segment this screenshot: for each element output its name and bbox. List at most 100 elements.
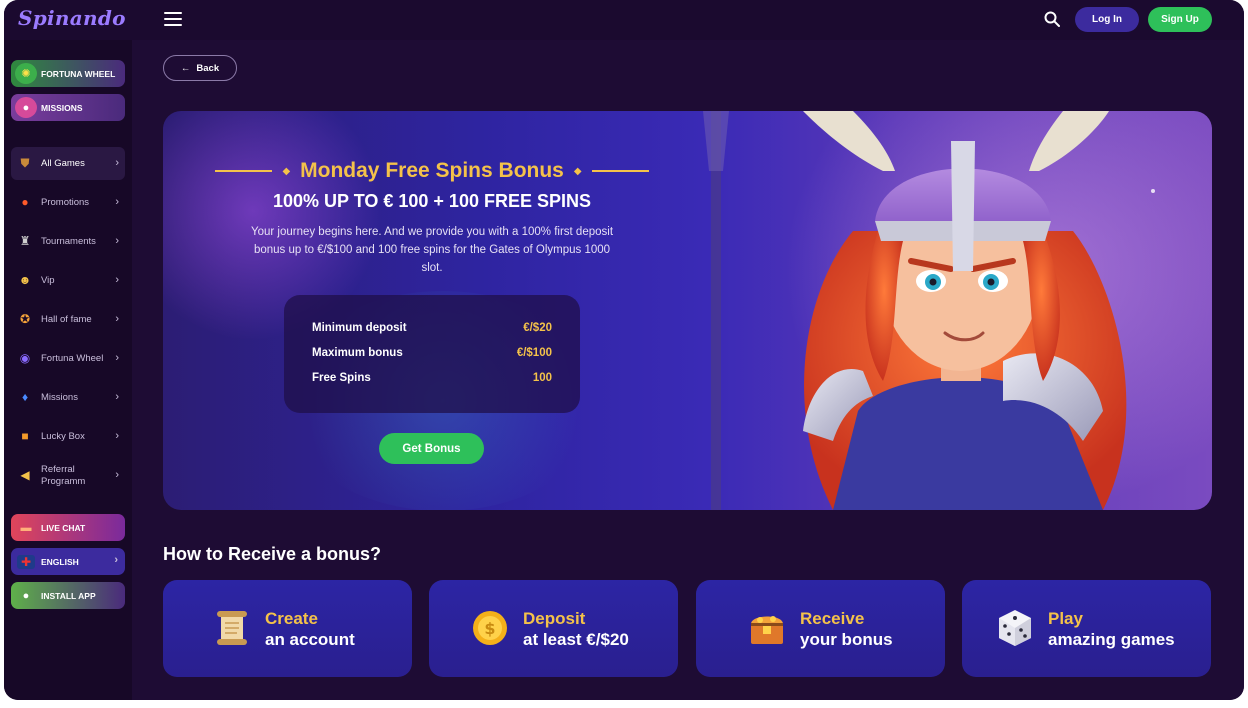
chevron-right-icon: › [115,391,119,403]
term-value: €/$100 [516,347,552,359]
bonus-terms-box: Minimum deposit €/$20 Maximum bonus €/$1… [284,295,580,413]
back-button[interactable]: ← Back [163,55,237,81]
fire-icon: ● [21,195,29,209]
arrow-left-icon: ← [180,62,191,74]
term-value: €/$20 [523,322,552,334]
sidebar-nav: ⛊ All Games › ● Promotions › ♜ Tournamen… [11,147,125,498]
divider [591,170,650,172]
signup-button[interactable]: Sign Up [1148,7,1212,32]
sidebar-item-tournaments[interactable]: ♜ Tournaments › [11,225,125,258]
chevron-right-icon: › [115,469,119,481]
sidebar-item-label: Hall of fame [41,313,92,325]
back-label: Back [196,62,220,74]
trophy-icon: ♜ [19,234,31,248]
vip-icon: ☻ [18,273,32,287]
steps-row: Create an account $ Deposit at least €/$… [163,580,1212,677]
chevron-right-icon: › [115,352,119,364]
sidebar-item-label: Vip [41,274,55,286]
live-chat-button[interactable]: ▬ LIVE CHAT [11,514,125,541]
sidebar-item-all-games[interactable]: ⛊ All Games › [11,147,125,180]
term-key: Maximum bonus [312,347,403,359]
step-card-create-account[interactable]: Create an account [163,580,412,677]
sidebar-promo-fortuna-wheel[interactable]: ✺ FORTUNA WHEEL [11,60,125,87]
sidebar-promo-label: MISSIONS [41,102,83,113]
language-label: ENGLISH [41,556,79,567]
wheel-icon: ✺ [15,63,37,84]
main-content: ← Back ◆ Monday Free Spins Bonus ◆ 100% … [132,40,1244,700]
treasure-chest-icon [751,616,783,644]
step-title: Create [265,609,318,628]
divider [215,170,273,172]
step-text: Create an account [265,608,355,650]
chevron-right-icon: › [114,554,118,566]
sidebar-item-referral[interactable]: ◀ Referral Programm › [11,459,125,492]
step-card-receive-bonus[interactable]: Receive your bonus [696,580,945,677]
chat-icon: ▬ [20,521,32,534]
menu-icon[interactable] [164,12,182,26]
sidebar-item-label: Missions [41,391,78,403]
uk-flag-icon: ✚ [17,555,35,569]
install-app-label: INSTALL APP [41,590,96,601]
top-bar: Spinando Log In Sign Up [4,0,1244,40]
bonus-hero-banner: ◆ Monday Free Spins Bonus ◆ 100% UP TO €… [163,111,1212,510]
sidebar-item-vip[interactable]: ☻ Vip › [11,264,125,297]
sidebar-item-label: All Games [41,157,85,169]
step-subtitle: at least €/$20 [523,630,629,649]
sidebar: ✺ FORTUNA WHEEL ● MISSIONS ⛊ All Games ›… [4,40,132,700]
sidebar-item-label: Lucky Box [41,430,85,442]
step-title: Receive [800,609,865,628]
login-button[interactable]: Log In [1075,7,1139,32]
search-icon[interactable] [1044,11,1060,27]
diamond-icon: ◆ [282,165,291,177]
medal-icon: ✪ [19,312,31,326]
term-row: Free Spins 100 [312,372,552,384]
hero-title-row: ◆ Monday Free Spins Bonus ◆ [215,159,650,183]
dice-icon [999,610,1031,646]
language-selector[interactable]: ✚ ENGLISH › [11,548,125,575]
step-title: Deposit [523,609,586,628]
sidebar-item-hall-of-fame[interactable]: ✪ Hall of fame › [11,303,125,336]
valkyrie-character-illustration [703,111,1155,510]
sidebar-promo-missions[interactable]: ● MISSIONS [11,94,125,121]
how-to-receive-heading: How to Receive a bonus? [163,544,382,564]
term-value: 100 [532,372,552,384]
chevron-right-icon: › [115,274,119,286]
hero-description: Your journey begins here. And we provide… [250,226,614,274]
diamond-icon: ◆ [573,165,582,177]
sidebar-item-label: Tournaments [41,235,96,247]
sidebar-item-fortuna-wheel[interactable]: ◉ Fortuna Wheel › [11,342,125,375]
potion-icon: ● [15,97,37,118]
apple-android-icon: ● [22,589,30,602]
step-title: Play [1048,609,1083,628]
chevron-right-icon: › [115,430,119,442]
svg-text:$: $ [484,619,495,638]
sidebar-item-label: Fortuna Wheel [41,352,104,364]
chevron-right-icon: › [115,196,119,208]
sidebar-item-missions[interactable]: ♦ Missions › [11,381,125,414]
coin-icon: $ [473,611,507,645]
sidebar-item-label: Referral Programm [41,463,86,487]
install-app-button[interactable]: ● INSTALL APP [11,582,125,609]
potion-icon: ♦ [21,390,29,404]
step-subtitle: your bonus [800,630,893,649]
step-text: Play amazing games [1048,608,1175,650]
get-bonus-button[interactable]: Get Bonus [379,433,484,464]
hero-subtitle: 100% UP TO € 100 + 100 FREE SPINS [272,191,591,211]
app-window: Spinando Log In Sign Up ✺ FORTUNA WHEEL … [4,0,1244,700]
term-row: Maximum bonus €/$100 [312,347,552,359]
shield-icon: ⛊ [20,156,30,170]
chevron-right-icon: › [115,157,119,169]
term-key: Free Spins [312,372,371,384]
megaphone-icon: ◀ [20,468,30,482]
step-card-deposit[interactable]: $ Deposit at least €/$20 [429,580,678,677]
wheel-icon: ◉ [19,351,31,365]
sidebar-item-lucky-box[interactable]: ■ Lucky Box › [11,420,125,453]
sidebar-promo-label: FORTUNA WHEEL [41,68,116,79]
sidebar-item-promotions[interactable]: ● Promotions › [11,186,125,219]
hero-title: Monday Free Spins Bonus [300,159,564,182]
chevron-right-icon: › [115,235,119,247]
term-key: Minimum deposit [312,322,407,334]
step-card-play-games[interactable]: Play amazing games [962,580,1211,677]
box-icon: ■ [21,429,29,443]
site-logo[interactable]: Spinando [18,6,126,30]
